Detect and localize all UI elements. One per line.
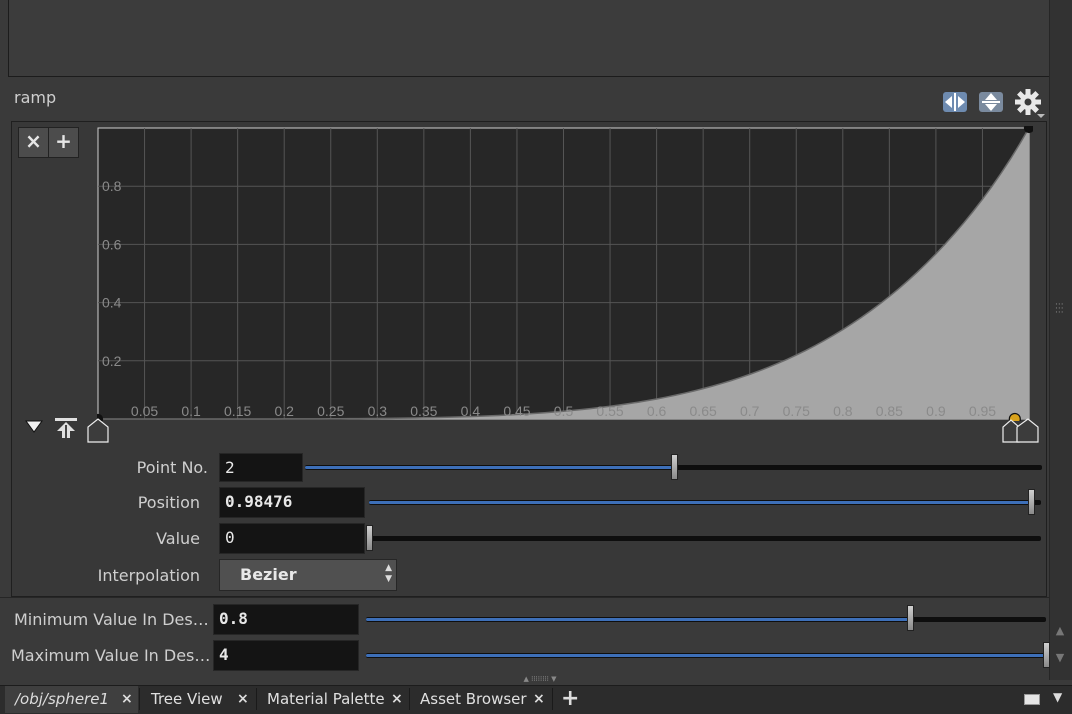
interpolation-value: Bezier — [240, 565, 297, 584]
ramp-graph[interactable]: 0.2 0.4 0.6 0.8 0.05 0.1 0.15 0.2 0.25 0.3 0.35 0.4… — [97, 126, 1033, 421]
ramp-label: ramp — [14, 88, 57, 107]
max-value-slider[interactable] — [366, 653, 1046, 658]
y-tick-label: 0.2 — [102, 353, 122, 369]
delete-point-label: × — [25, 129, 42, 153]
position-slider[interactable] — [369, 500, 1041, 505]
tab-separator — [552, 688, 553, 710]
tab-obj-sphere1[interactable]: /obj/sphere1 — [5, 686, 138, 713]
pane-menu-arrow-icon[interactable]: ▼ — [1053, 690, 1062, 704]
value-slider-handle[interactable] — [366, 525, 373, 551]
maximize-pane-icon[interactable] — [1024, 694, 1040, 705]
tab-close-icon[interactable]: × — [533, 686, 545, 713]
scrollbar-grip-icon[interactable]: ··· ··· ··· — [1055, 301, 1064, 318]
tab-asset-browser[interactable]: Asset Browser — [410, 686, 552, 713]
snap-to-top-icon[interactable] — [52, 416, 80, 440]
max-value-slider-handle[interactable] — [1043, 642, 1050, 668]
x-tick-label: 0.45 — [503, 403, 530, 419]
min-value-field[interactable]: 0.8 — [213, 604, 359, 635]
tab-label: Material Palette — [267, 690, 385, 708]
interpolation-dropdown[interactable]: Bezier ▲ ▼ — [219, 559, 397, 591]
collapse-triangle-icon[interactable] — [24, 418, 44, 436]
ramp-control-point — [1023, 126, 1033, 134]
ramp-key-handles-end-icon[interactable] — [1001, 416, 1041, 443]
tab-label: Asset Browser — [420, 690, 527, 708]
point-no-field[interactable]: 2 — [219, 453, 303, 482]
value-label: Value — [156, 529, 200, 548]
value-slider[interactable] — [369, 536, 1041, 541]
max-value-label: Maximum Value In Des… — [11, 646, 211, 665]
tab-close-icon[interactable]: × — [237, 686, 249, 713]
position-slider-handle[interactable] — [1027, 489, 1035, 515]
x-tick-label: 0.35 — [410, 403, 437, 419]
gear-icon[interactable] — [1012, 87, 1046, 121]
add-point-label: + — [55, 129, 72, 153]
dropdown-arrows-icon: ▲ ▼ — [385, 563, 392, 584]
x-tick-label: 0.6 — [647, 403, 667, 419]
x-tick-label: 0.8 — [833, 403, 853, 419]
min-value-slider-handle[interactable] — [907, 605, 914, 631]
position-field[interactable]: 0.98476 — [219, 487, 365, 518]
x-tick-label: 0.4 — [461, 403, 481, 419]
x-tick-label: 0.85 — [876, 403, 903, 419]
tab-label: /obj/sphere1 — [15, 690, 109, 708]
x-tick-label: 0.7 — [740, 403, 760, 419]
y-tick-label: 0.8 — [102, 178, 122, 194]
x-tick-label: 0.15 — [224, 403, 251, 419]
x-tick-label: 0.3 — [368, 403, 388, 419]
min-value-slider[interactable] — [366, 617, 1046, 622]
delete-point-button[interactable]: × — [18, 127, 49, 158]
tab-separator — [139, 688, 140, 710]
position-label: Position — [137, 493, 200, 512]
x-tick-label: 0.9 — [926, 403, 946, 419]
x-tick-label: 0.95 — [969, 403, 996, 419]
interpolation-label: Interpolation — [97, 566, 200, 585]
point-no-label: Point No. — [136, 458, 208, 477]
x-tick-label: 0.1 — [181, 403, 201, 419]
ramp-key-handle-icon[interactable] — [86, 416, 112, 443]
divider — [0, 597, 1049, 598]
flip-vertical-icon[interactable] — [977, 88, 1005, 116]
tab-close-icon[interactable]: × — [391, 686, 403, 713]
x-tick-label: 0.55 — [596, 403, 623, 419]
add-tab-button[interactable]: + — [561, 685, 579, 713]
value-field[interactable]: 0 — [219, 523, 365, 554]
x-tick-label: 0.5 — [554, 403, 574, 419]
tab-material-palette[interactable]: Material Palette — [257, 686, 409, 713]
x-tick-label: 0.2 — [274, 403, 294, 419]
scroll-down-icon[interactable]: ▼ — [1050, 648, 1070, 668]
x-tick-label: 0.25 — [317, 403, 344, 419]
flip-horizontal-icon[interactable] — [941, 88, 969, 116]
point-no-slider-handle[interactable] — [670, 454, 678, 480]
x-tick-label: 0.75 — [783, 403, 810, 419]
max-value-field[interactable]: 4 — [213, 640, 359, 671]
min-value-label: Minimum Value In Des… — [14, 610, 209, 629]
tab-close-icon[interactable]: × — [121, 686, 133, 713]
min-value-slider-fill — [366, 618, 910, 621]
pane-splitter-handle-icon[interactable]: ▲ ⁞⁞⁞⁞⁞⁞⁞⁞ ▼ — [490, 675, 590, 684]
tab-label: Tree View — [151, 690, 223, 708]
x-tick-label: 0.05 — [131, 403, 158, 419]
add-point-button[interactable]: + — [48, 127, 79, 158]
position-slider-fill — [369, 501, 1031, 504]
y-tick-label: 0.6 — [102, 236, 122, 252]
point-no-slider-fill — [305, 466, 674, 469]
vertical-scrollbar[interactable] — [1049, 0, 1072, 680]
max-value-slider-fill — [366, 654, 1046, 657]
scroll-up-icon[interactable]: ▲ — [1050, 621, 1070, 641]
top-panel — [8, 0, 1050, 77]
x-tick-label: 0.65 — [690, 403, 717, 419]
y-tick-label: 0.4 — [102, 295, 122, 311]
